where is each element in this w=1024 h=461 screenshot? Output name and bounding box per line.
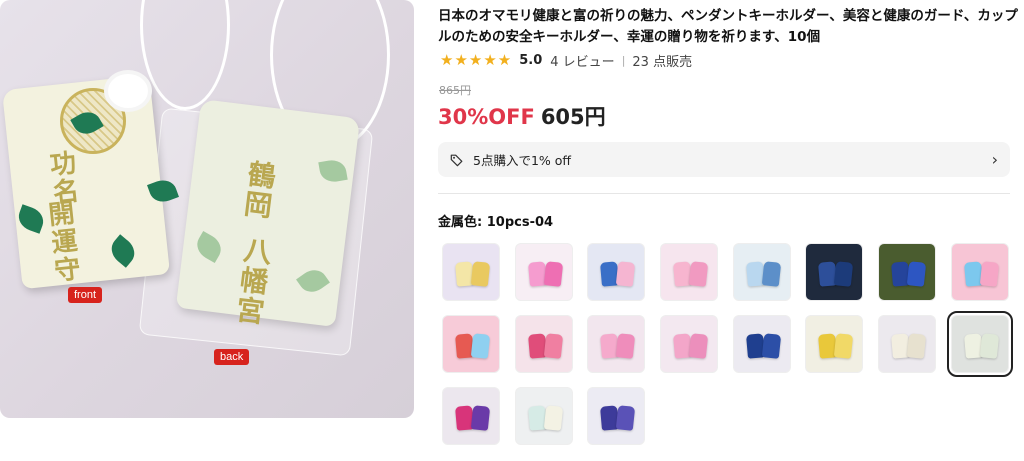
amulet-knot xyxy=(108,74,148,108)
variant-thumbnail[interactable] xyxy=(946,311,1013,377)
variant-thumbnail[interactable] xyxy=(805,243,864,301)
variant-thumbnail[interactable] xyxy=(514,243,573,301)
variant-thumbnail[interactable] xyxy=(805,315,864,373)
variant-amulet xyxy=(470,261,491,287)
back-label-tag: back xyxy=(214,349,250,365)
variant-amulet xyxy=(834,261,854,287)
variant-amulet xyxy=(616,333,636,359)
chevron-right-icon: › xyxy=(991,150,998,169)
variant-label: 金属色: 10pcs-04 xyxy=(438,215,554,230)
variant-amulet xyxy=(470,333,491,359)
variant-thumbnail[interactable] xyxy=(950,243,1009,301)
variant-thumbnail[interactable] xyxy=(442,387,500,445)
product-title: 日本のオマモリ健康と富の祈りの魅力、ペンダントキーホルダー、美容と健康のガード、… xyxy=(438,8,1018,45)
variant-amulet xyxy=(761,261,781,287)
variant-amulet xyxy=(543,333,563,359)
variant-thumbnail[interactable] xyxy=(514,315,573,373)
bulk-discount-banner[interactable]: 5点購入で1% off › xyxy=(438,142,1010,177)
variant-amulet xyxy=(470,405,491,431)
variant-thumbnail[interactable] xyxy=(587,243,646,301)
variant-thumbnail[interactable] xyxy=(442,243,500,301)
amulet-cord xyxy=(140,0,230,110)
sale-price: 605円 xyxy=(540,105,606,129)
variant-thumbnail[interactable] xyxy=(587,387,646,445)
variant-amulet xyxy=(616,261,636,287)
divider xyxy=(438,193,1010,194)
variant-thumbnail[interactable] xyxy=(660,243,719,301)
variant-thumbnail[interactable] xyxy=(878,315,937,373)
variant-grid xyxy=(442,243,1013,445)
review-count[interactable]: 4 レビュー xyxy=(550,51,614,70)
original-price: 865円 xyxy=(439,84,471,97)
price-row: 30%OFF 605円 xyxy=(438,101,606,131)
sold-count: 23 点販売 xyxy=(632,54,693,70)
variant-amulet xyxy=(979,261,1000,287)
separator: | xyxy=(621,53,626,67)
variant-thumbnail[interactable] xyxy=(587,315,646,373)
front-label-tag: front xyxy=(68,287,103,303)
variant-amulet xyxy=(906,261,927,287)
variant-thumbnail[interactable] xyxy=(732,243,791,301)
discount-badge: 30%OFF xyxy=(438,105,535,129)
variant-thumbnail[interactable] xyxy=(660,315,719,373)
variant-amulet xyxy=(688,333,709,359)
amulet-back-text: 鶴岡 xyxy=(238,158,279,222)
variant-thumbnail[interactable] xyxy=(732,315,791,373)
variant-amulet xyxy=(543,261,563,287)
variant-thumbnail[interactable] xyxy=(878,243,937,301)
main-product-image[interactable]: 功名 開運守 鶴岡 八幡宮 front back xyxy=(0,0,414,418)
variant-thumbnail[interactable] xyxy=(514,387,573,445)
variant-amulet xyxy=(616,405,636,431)
tag-icon xyxy=(450,154,463,166)
star-rating-icon: ★★★★★ xyxy=(440,51,513,69)
rating-score: 5.0 xyxy=(519,52,543,68)
variant-amulet xyxy=(688,261,709,287)
variant-thumbnail[interactable] xyxy=(442,315,500,373)
variant-amulet xyxy=(834,333,854,359)
variant-amulet xyxy=(543,405,563,431)
variant-amulet xyxy=(979,333,1000,359)
rating-row[interactable]: ★★★★★ 5.0 4 レビュー | 23 点販売 xyxy=(440,51,693,70)
variant-amulet xyxy=(906,333,927,359)
variant-amulet xyxy=(761,333,781,359)
promo-text: 5点購入で1% off xyxy=(473,153,572,168)
